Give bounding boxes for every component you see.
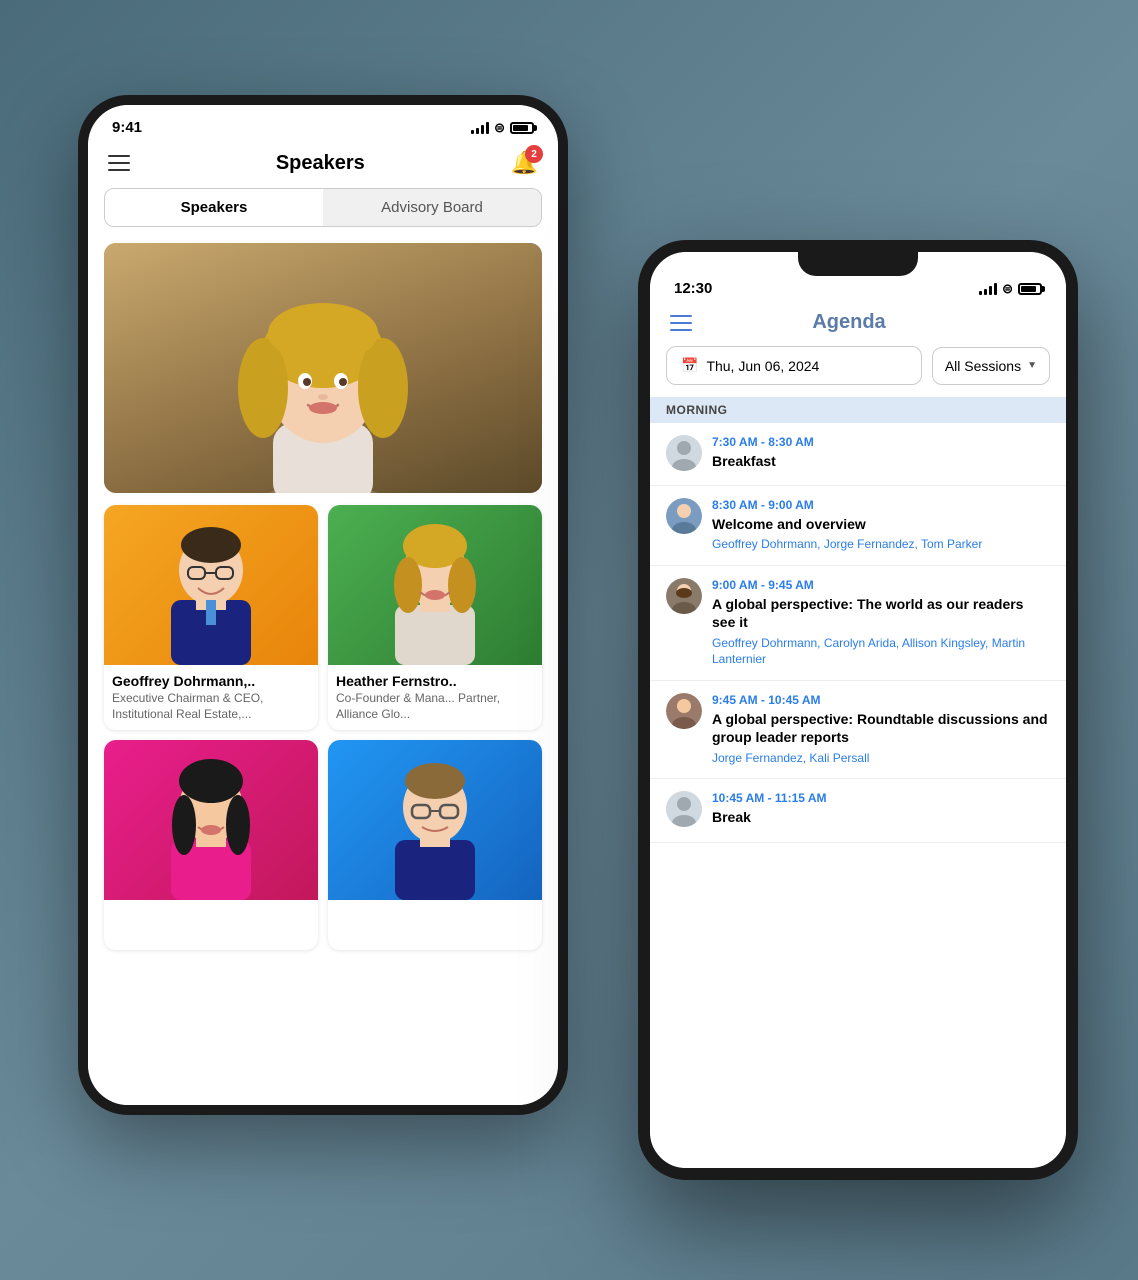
- agenda-time-0: 7:30 AM - 8:30 AM: [712, 435, 1050, 449]
- agenda-speakers-2: Geoffrey Dohrmann, Carolyn Arida, Alliso…: [712, 635, 1050, 669]
- page-title-back: Speakers: [276, 152, 365, 175]
- person-illustration-2: [146, 745, 276, 900]
- speaker-card-2[interactable]: [104, 740, 318, 950]
- agenda-speakers-1: Geoffrey Dohrmann, Jorge Fernandez, Tom …: [712, 536, 1050, 553]
- status-bar-back: 9:41 ⊜: [88, 105, 558, 142]
- hero-image: [104, 243, 542, 493]
- person-illustration-3: [370, 745, 500, 900]
- wifi-icon-back: ⊜: [494, 120, 505, 136]
- person-illustration-0: [146, 510, 276, 665]
- agenda-item-1[interactable]: 8:30 AM - 9:00 AM Welcome and overview G…: [650, 486, 1066, 566]
- date-label: Thu, Jun 06, 2024: [706, 358, 819, 374]
- agenda-time-3: 9:45 AM - 10:45 AM: [712, 693, 1050, 707]
- agenda-speakers-3: Jorge Fernandez, Kali Persall: [712, 750, 1050, 767]
- status-time-front: 12:30: [674, 280, 712, 297]
- agenda-content-3: 9:45 AM - 10:45 AM A global perspective:…: [712, 693, 1050, 766]
- speaker-card-info-3: [328, 900, 542, 950]
- agenda-item-3[interactable]: 9:45 AM - 10:45 AM A global perspective:…: [650, 681, 1066, 779]
- agenda-avatar-1: [666, 498, 702, 534]
- agenda-item-4[interactable]: 10:45 AM - 11:15 AM Break: [650, 779, 1066, 842]
- agenda-title-3: A global perspective: Roundtable discuss…: [712, 710, 1050, 746]
- speaker-image-1: [328, 505, 542, 665]
- agenda-content-1: 8:30 AM - 9:00 AM Welcome and overview G…: [712, 498, 1050, 553]
- phone-back-screen: 9:41 ⊜ Speakers: [88, 105, 558, 1105]
- agenda-avatar-3: [666, 693, 702, 729]
- agenda-item-2[interactable]: 9:00 AM - 9:45 AM A global perspective: …: [650, 566, 1066, 681]
- speaker-image-2: [104, 740, 318, 900]
- section-morning: MORNING: [650, 397, 1066, 423]
- date-filter-bar: 📅 Thu, Jun 06, 2024 All Sessions ▼: [650, 346, 1066, 397]
- person-avatar-1: [666, 498, 702, 534]
- battery-icon-back: [510, 122, 534, 134]
- sessions-label: All Sessions: [945, 358, 1021, 374]
- agenda-list: 7:30 AM - 8:30 AM Breakfast 8:30 AM - 9:…: [650, 423, 1066, 843]
- menu-button-front[interactable]: [670, 315, 692, 331]
- calendar-icon: 📅: [681, 357, 698, 374]
- tab-advisory-board[interactable]: Advisory Board: [323, 189, 541, 226]
- speaker-card-info-0: Geoffrey Dohrmann,.. Executive Chairman …: [104, 665, 318, 730]
- speaker-card-title-2: [112, 926, 310, 942]
- speaker-card-name-3: [336, 908, 534, 924]
- tab-bar-back: Speakers Advisory Board: [104, 188, 542, 227]
- agenda-content-0: 7:30 AM - 8:30 AM Breakfast: [712, 435, 1050, 473]
- agenda-title-4: Break: [712, 808, 1050, 826]
- placeholder-avatar-4: [666, 791, 702, 827]
- agenda-avatar-2: [666, 578, 702, 614]
- date-picker-button[interactable]: 📅 Thu, Jun 06, 2024: [666, 346, 922, 385]
- hero-speaker-card[interactable]: Heather Fernstrom.. Co-Founder & Managin…: [104, 243, 542, 493]
- speaker-card-title-1: Co-Founder & Mana... Partner, Alliance G…: [336, 691, 534, 722]
- tab-speakers[interactable]: Speakers: [105, 189, 323, 226]
- speaker-image-0: [104, 505, 318, 665]
- app-header-back: Speakers 🔔 2: [88, 142, 558, 188]
- person-avatar-2: [666, 578, 702, 614]
- agenda-time-2: 9:00 AM - 9:45 AM: [712, 578, 1050, 592]
- wifi-icon-front: ⊜: [1002, 281, 1013, 297]
- agenda-title-2: A global perspective: The world as our r…: [712, 595, 1050, 631]
- status-time-back: 9:41: [112, 119, 142, 136]
- agenda-title-1: Welcome and overview: [712, 515, 1050, 533]
- speaker-card-name-0: Geoffrey Dohrmann,..: [112, 673, 310, 689]
- phone-back: 9:41 ⊜ Speakers: [78, 95, 568, 1115]
- phone-front-screen: 12:30 ⊜ Agenda: [650, 252, 1066, 1168]
- speaker-card-3[interactable]: [328, 740, 542, 950]
- signal-icon-back: [471, 122, 489, 134]
- battery-icon-front: [1018, 283, 1042, 295]
- agenda-content-2: 9:00 AM - 9:45 AM A global perspective: …: [712, 578, 1050, 668]
- speaker-card-title-3: [336, 926, 534, 942]
- speaker-card-name-1: Heather Fernstro..: [336, 673, 534, 689]
- page-title-front: Agenda: [812, 311, 885, 334]
- speaker-image-3: [328, 740, 542, 900]
- placeholder-avatar-0: [666, 435, 702, 471]
- menu-button-back[interactable]: [108, 155, 130, 171]
- status-icons-back: ⊜: [471, 120, 534, 136]
- speaker-card-info-2: [104, 900, 318, 950]
- phone-notch: [798, 252, 918, 276]
- person-avatar-3: [666, 693, 702, 729]
- sessions-dropdown[interactable]: All Sessions ▼: [932, 347, 1050, 385]
- speaker-card-1[interactable]: Heather Fernstro.. Co-Founder & Mana... …: [328, 505, 542, 730]
- hero-person-illustration: [173, 253, 473, 493]
- agenda-item-0[interactable]: 7:30 AM - 8:30 AM Breakfast: [650, 423, 1066, 486]
- speaker-card-title-0: Executive Chairman & CEO, Institutional …: [112, 691, 310, 722]
- speaker-card-name-2: [112, 908, 310, 924]
- agenda-time-4: 10:45 AM - 11:15 AM: [712, 791, 1050, 805]
- phone-front: 12:30 ⊜ Agenda: [638, 240, 1078, 1180]
- speaker-grid: Geoffrey Dohrmann,.. Executive Chairman …: [104, 505, 542, 950]
- agenda-avatar-0: [666, 435, 702, 471]
- notification-bell-back[interactable]: 🔔 2: [511, 150, 538, 176]
- agenda-time-1: 8:30 AM - 9:00 AM: [712, 498, 1050, 512]
- notification-badge-back: 2: [525, 145, 543, 163]
- speaker-card-0[interactable]: Geoffrey Dohrmann,.. Executive Chairman …: [104, 505, 318, 730]
- agenda-content-4: 10:45 AM - 11:15 AM Break: [712, 791, 1050, 829]
- person-illustration-1: [370, 510, 500, 665]
- speaker-card-info-1: Heather Fernstro.. Co-Founder & Mana... …: [328, 665, 542, 730]
- app-header-front: Agenda: [650, 303, 1066, 346]
- agenda-title-0: Breakfast: [712, 452, 1050, 470]
- status-icons-front: ⊜: [979, 281, 1042, 297]
- agenda-avatar-4: [666, 791, 702, 827]
- chevron-down-icon: ▼: [1027, 360, 1037, 371]
- signal-icon-front: [979, 283, 997, 295]
